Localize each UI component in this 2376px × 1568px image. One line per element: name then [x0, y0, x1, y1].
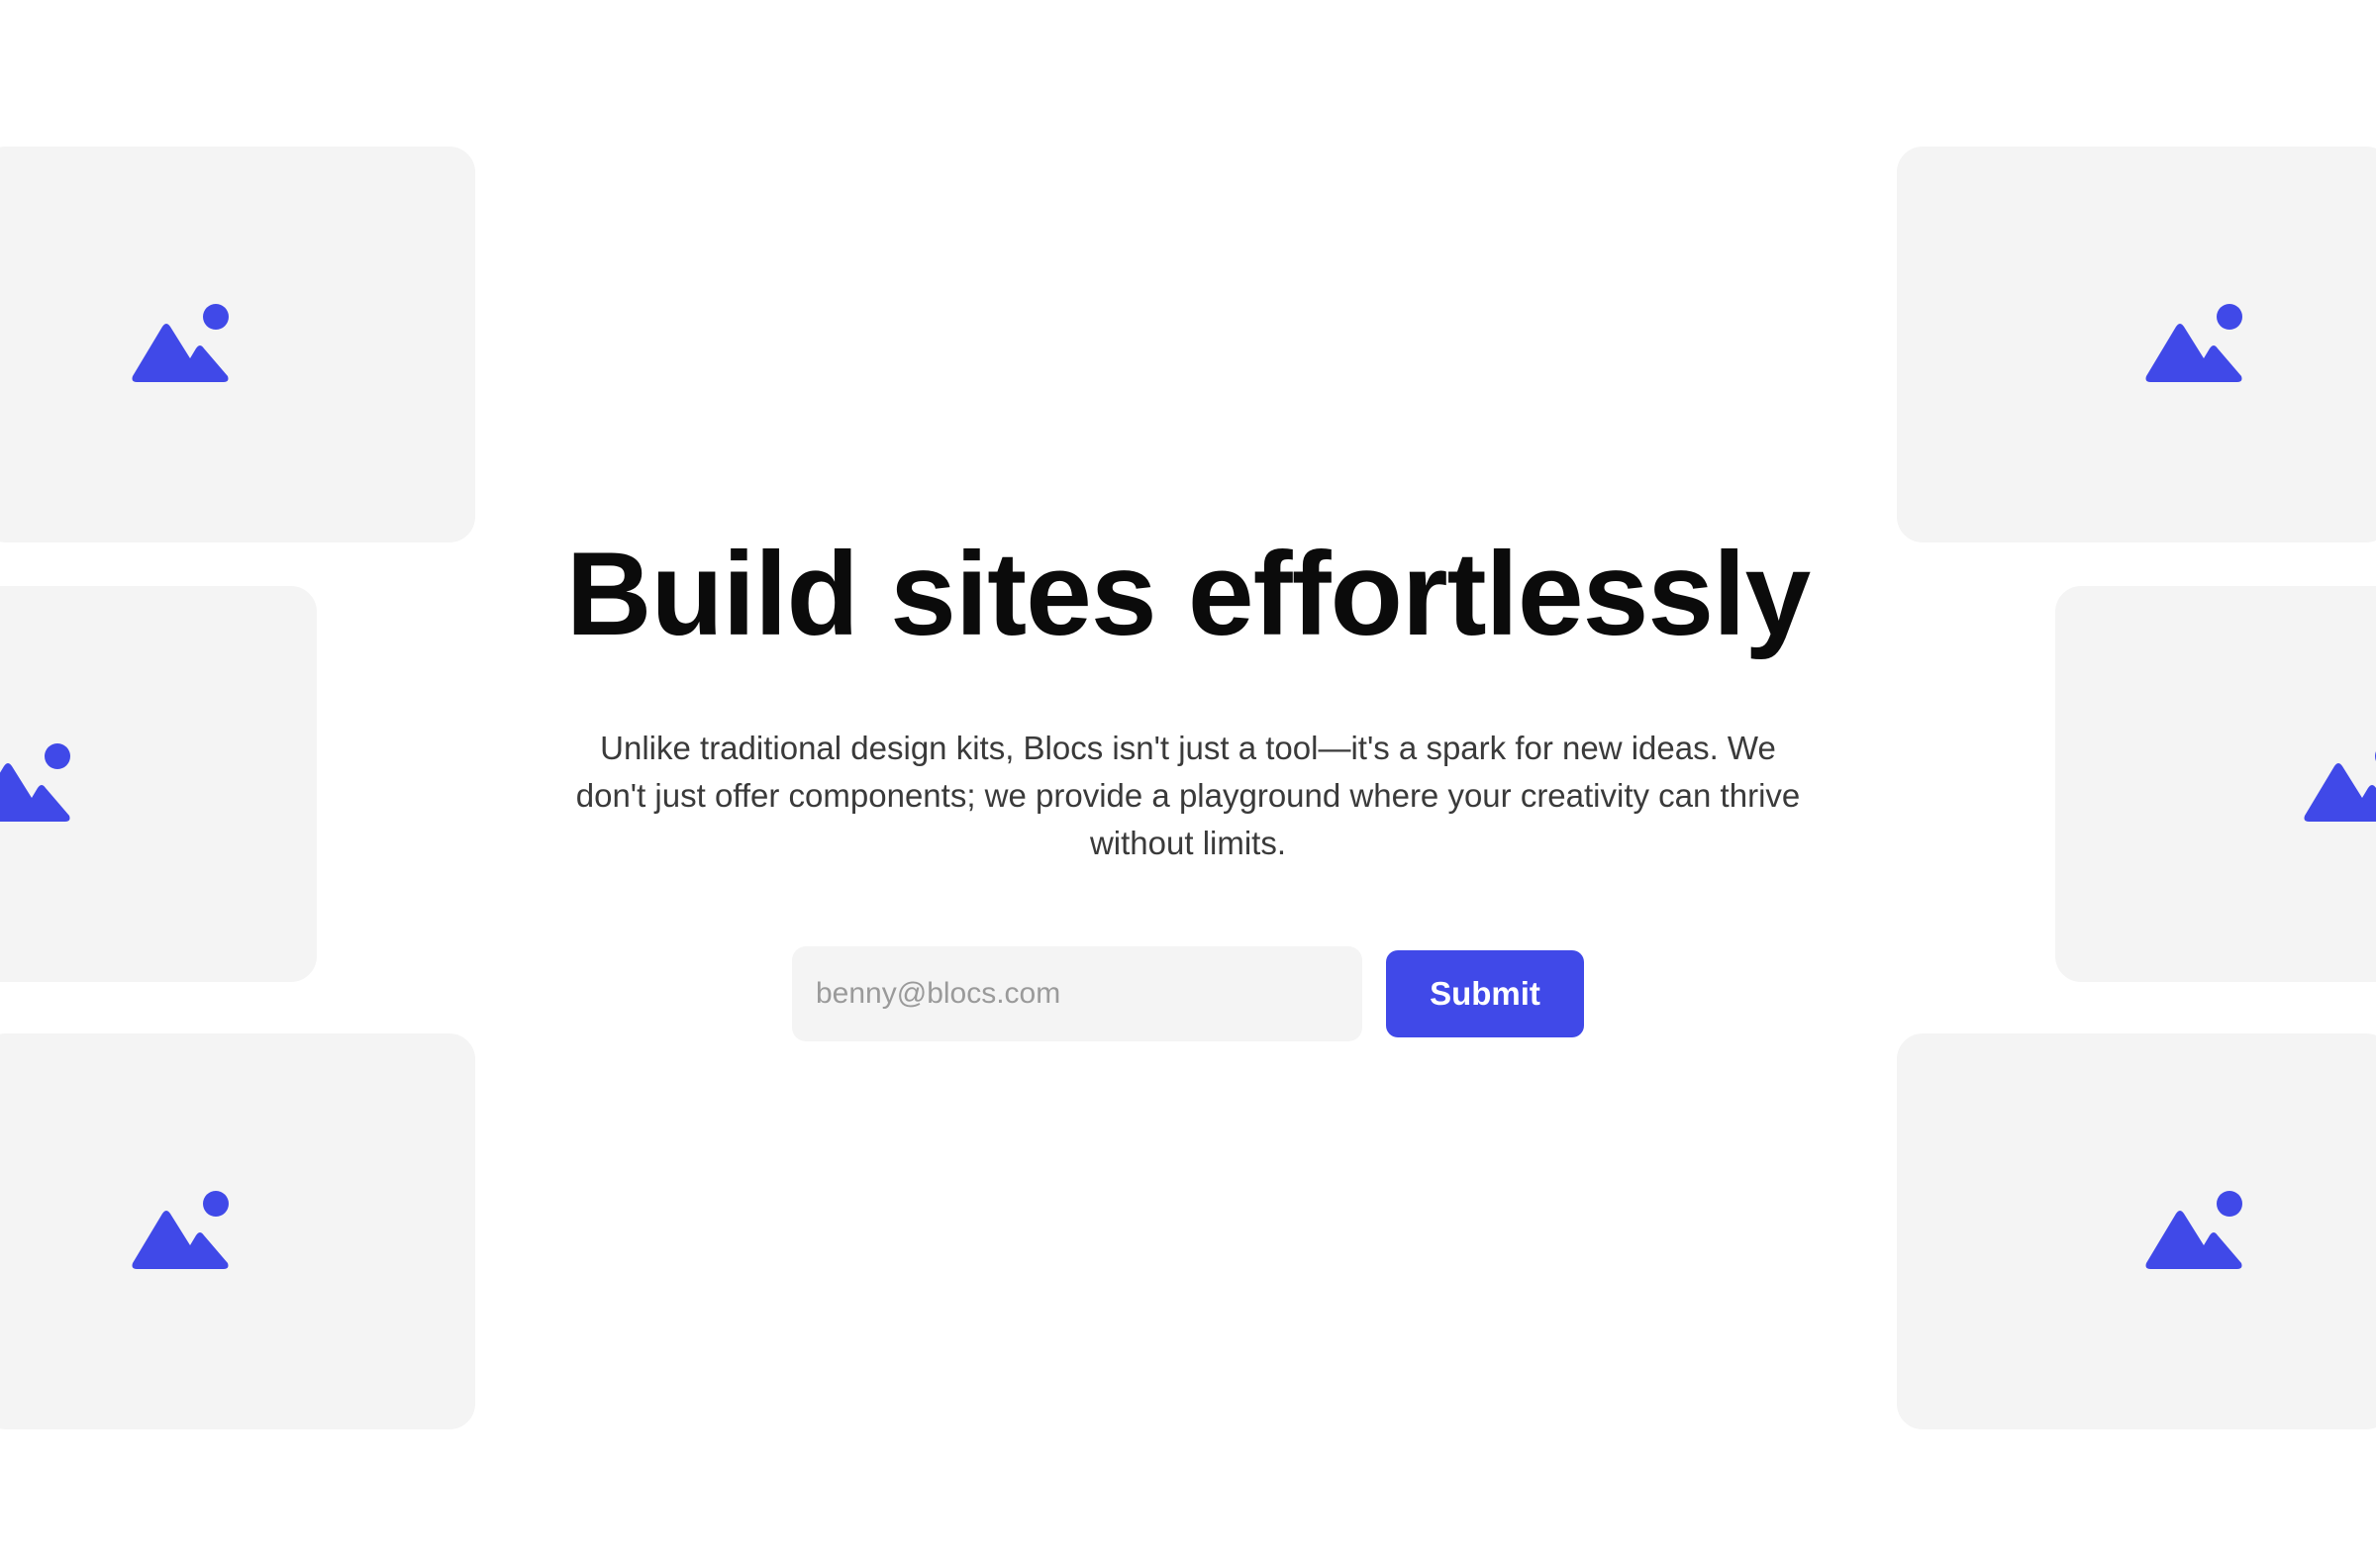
- hero-section: Build sites effortlessly Unlike traditio…: [554, 515, 1822, 867]
- image-placeholder-right-bottom: [1897, 1033, 2376, 1429]
- image-placeholder-icon: [0, 743, 70, 822]
- image-placeholder-icon: [132, 304, 229, 382]
- signup-form: Submit: [792, 946, 1584, 1041]
- image-placeholder-left-bottom: [0, 1033, 475, 1429]
- image-placeholder-right-top: [1897, 147, 2376, 542]
- hero-subtitle: Unlike traditional design kits, Blocs is…: [575, 730, 1801, 861]
- submit-button[interactable]: Submit: [1386, 950, 1584, 1037]
- image-placeholder-icon: [2304, 751, 2376, 822]
- image-placeholder-icon: [132, 1191, 229, 1269]
- image-placeholder-icon: [2145, 1191, 2242, 1269]
- image-placeholder-right-middle: [2055, 586, 2376, 982]
- landing-page: Build sites effortlessly Unlike traditio…: [0, 0, 2376, 1568]
- image-placeholder-left-middle: [0, 586, 317, 982]
- hero-title: Build sites effortlessly: [565, 528, 1811, 660]
- email-input[interactable]: [792, 946, 1362, 1041]
- image-placeholder-left-top: [0, 147, 475, 542]
- image-placeholder-icon: [2145, 304, 2242, 382]
